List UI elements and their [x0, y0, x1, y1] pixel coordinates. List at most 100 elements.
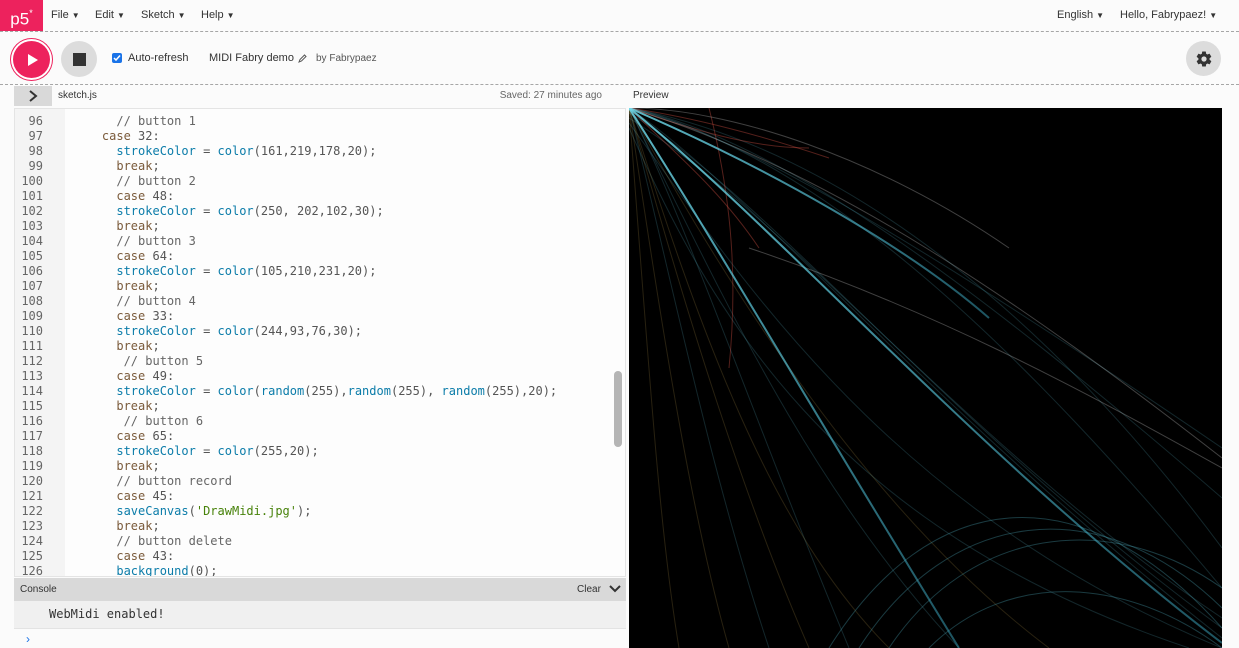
code-text: // button 1	[73, 114, 196, 128]
auto-refresh-toggle[interactable]: Auto-refresh	[112, 52, 189, 64]
preview-canvas[interactable]	[629, 108, 1222, 648]
code-line[interactable]: 99 break;	[15, 159, 615, 174]
edit-menu[interactable]: Edit ▼	[95, 9, 125, 21]
line-number: 124	[21, 534, 43, 548]
file-tab-name[interactable]: sketch.js	[58, 90, 97, 101]
code-line[interactable]: 103 break;	[15, 219, 615, 234]
code-line[interactable]: 124 // button delete	[15, 534, 615, 549]
chevron-right-icon	[29, 90, 38, 102]
line-number: 103	[21, 219, 43, 233]
code-line[interactable]: 108 // button 4	[15, 294, 615, 309]
code-line[interactable]: 105 case 64:	[15, 249, 615, 264]
code-text: strokeColor = color(random(255),random(2…	[116, 384, 558, 398]
sketch-owner[interactable]: by Fabrypaez	[316, 53, 377, 64]
code-line[interactable]: 122 saveCanvas('DrawMidi.jpg');	[15, 504, 615, 519]
line-number: 123	[21, 519, 43, 533]
settings-button[interactable]	[1186, 41, 1221, 76]
code-line[interactable]: 98 strokeColor = color(161,219,178,20);	[15, 144, 615, 159]
line-number: 115	[21, 399, 43, 413]
sketch-menu[interactable]: Sketch ▼	[141, 9, 186, 21]
pencil-icon[interactable]	[298, 53, 307, 63]
code-text: case 32:	[101, 129, 160, 143]
console-output: WebMidi enabled!	[14, 601, 626, 629]
console-message: WebMidi enabled!	[49, 607, 165, 621]
file-menu-label: File	[51, 9, 69, 21]
console-input-prompt[interactable]: ›	[26, 632, 30, 646]
line-number: 108	[21, 294, 43, 308]
code-text: strokeColor = color(161,219,178,20);	[116, 144, 377, 158]
editor-scrollbar[interactable]	[614, 371, 622, 447]
code-line[interactable]: 102 strokeColor = color(250, 202,102,30)…	[15, 204, 615, 219]
code-line[interactable]: 111 break;	[15, 339, 615, 354]
code-line[interactable]: 126 background(0);	[15, 564, 615, 577]
line-number: 121	[21, 489, 43, 503]
code-text: strokeColor = color(255,20);	[116, 444, 319, 458]
checkmark-icon	[113, 55, 121, 62]
code-line[interactable]: 114 strokeColor = color(random(255),rand…	[15, 384, 615, 399]
code-line[interactable]: 107 break;	[15, 279, 615, 294]
code-line[interactable]: 116 // button 6	[15, 414, 615, 429]
line-number: 112	[21, 354, 43, 368]
code-text: break;	[116, 339, 160, 353]
line-number: 126	[21, 564, 43, 577]
edit-menu-label: Edit	[95, 9, 114, 21]
play-icon	[27, 53, 38, 66]
auto-refresh-checkbox[interactable]	[112, 53, 122, 63]
caret-down-icon: ▼	[1096, 10, 1104, 20]
code-line[interactable]: 119 break;	[15, 459, 615, 474]
code-line[interactable]: 106 strokeColor = color(105,210,231,20);	[15, 264, 615, 279]
code-text: background(0);	[116, 564, 218, 577]
line-number: 117	[21, 429, 43, 443]
language-menu[interactable]: English ▼	[1057, 9, 1104, 21]
code-text: strokeColor = color(105,210,231,20);	[116, 264, 377, 278]
code-line[interactable]: 97 case 32:	[15, 129, 615, 144]
code-text: // button 2	[73, 174, 196, 188]
code-text: break;	[116, 399, 160, 413]
line-number: 110	[21, 324, 43, 338]
console-clear-button[interactable]: Clear	[577, 584, 601, 595]
code-line[interactable]: 120 // button record	[15, 474, 615, 489]
sketch-name[interactable]: MIDI Fabry demo	[209, 52, 307, 64]
code-line[interactable]: 123 break;	[15, 519, 615, 534]
play-button[interactable]	[13, 41, 50, 78]
editor-header: sketch.js Saved: 27 minutes ago	[14, 85, 626, 107]
sidebar-toggle-button[interactable]	[14, 86, 52, 106]
code-text: case 48:	[116, 189, 175, 203]
code-line[interactable]: 118 strokeColor = color(255,20);	[15, 444, 615, 459]
line-number: 109	[21, 309, 43, 323]
code-text: strokeColor = color(244,93,76,30);	[116, 324, 363, 338]
user-menu[interactable]: Hello, Fabrypaez! ▼	[1120, 9, 1217, 21]
code-line[interactable]: 115 break;	[15, 399, 615, 414]
code-line[interactable]: 113 case 49:	[15, 369, 615, 384]
code-line[interactable]: 104 // button 3	[15, 234, 615, 249]
line-number: 118	[21, 444, 43, 458]
code-line[interactable]: 125 case 43:	[15, 549, 615, 564]
code-line[interactable]: 117 case 65:	[15, 429, 615, 444]
line-number: 113	[21, 369, 43, 383]
code-text: case 45:	[116, 489, 175, 503]
chevron-down-icon[interactable]	[608, 581, 622, 597]
code-line[interactable]: 109 case 33:	[15, 309, 615, 324]
p5-logo[interactable]: p5*	[0, 0, 43, 31]
code-text: break;	[116, 279, 160, 293]
sketch-menu-label: Sketch	[141, 9, 175, 21]
preview-label: Preview	[633, 90, 669, 101]
line-number: 100	[21, 174, 43, 188]
code-text: // button 6	[73, 414, 204, 428]
code-line[interactable]: 101 case 48:	[15, 189, 615, 204]
help-menu[interactable]: Help ▼	[201, 9, 235, 21]
language-label: English	[1057, 9, 1094, 21]
line-number: 102	[21, 204, 43, 218]
stop-button[interactable]	[61, 41, 97, 77]
code-line[interactable]: 121 case 45:	[15, 489, 615, 504]
top-navbar: p5* File ▼ Edit ▼ Sketch ▼ Help ▼ English ▼ H…	[0, 0, 1239, 32]
generative-artwork	[629, 108, 1222, 648]
code-line[interactable]: 112 // button 5	[15, 354, 615, 369]
code-editor[interactable]: 96 // button 1 97 case 32: 98 strokeColor …	[14, 108, 626, 577]
line-number: 116	[21, 414, 43, 428]
code-text: case 49:	[116, 369, 175, 383]
code-line[interactable]: 100 // button 2	[15, 174, 615, 189]
code-line[interactable]: 110 strokeColor = color(244,93,76,30);	[15, 324, 615, 339]
code-line[interactable]: 96 // button 1	[15, 114, 615, 129]
file-menu[interactable]: File ▼	[51, 9, 80, 21]
